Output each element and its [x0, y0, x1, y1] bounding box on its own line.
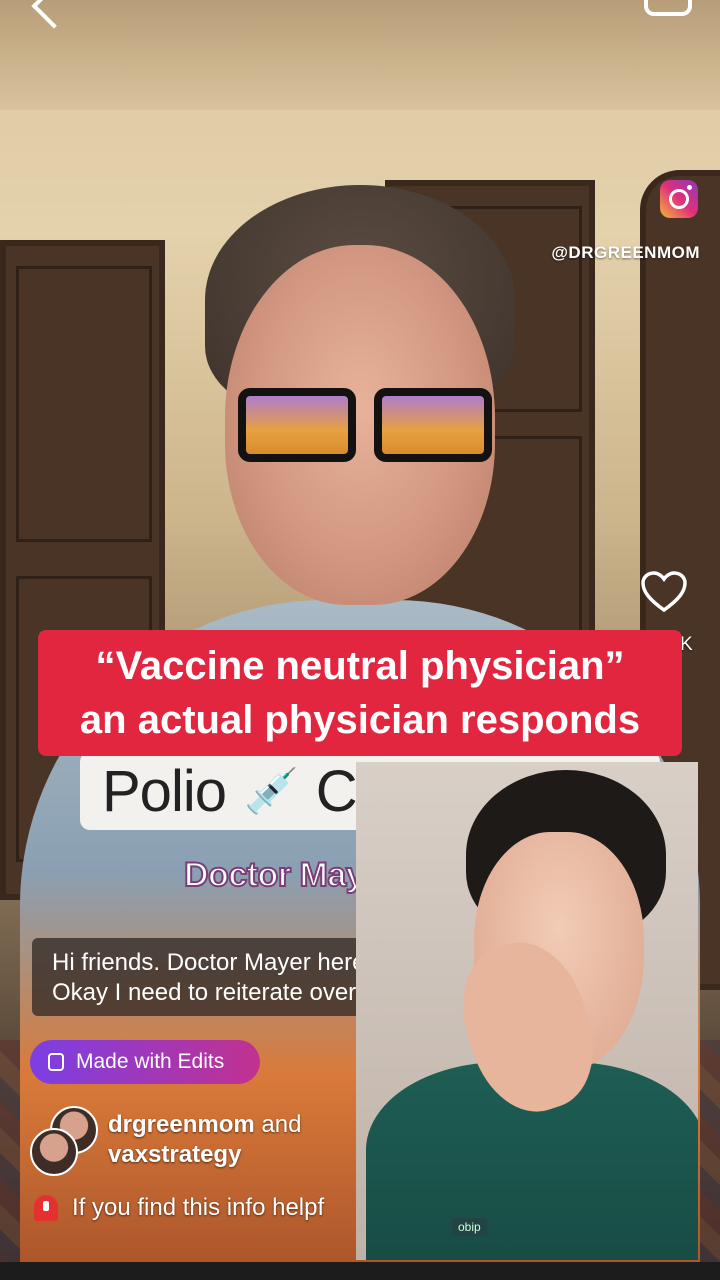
- author-names[interactable]: drgreenmom and vaxstrategy: [108, 1110, 301, 1170]
- author-2[interactable]: vaxstrategy: [108, 1140, 301, 1170]
- scrubs-logo: obip: [452, 1218, 487, 1236]
- author-join: and: [254, 1111, 302, 1138]
- made-with-edits-badge[interactable]: Made with Edits: [30, 1040, 260, 1084]
- edits-badge-label: Made with Edits: [76, 1050, 225, 1073]
- instagram-logo-icon: [660, 180, 698, 218]
- edits-icon: [48, 1053, 64, 1071]
- description-text: If you find this info helpf: [72, 1194, 325, 1221]
- ceiling: [0, 0, 720, 110]
- responder-video[interactable]: obip: [356, 762, 698, 1260]
- siren-icon: [34, 1195, 58, 1221]
- author-1[interactable]: drgreenmom: [108, 1111, 255, 1138]
- headline-text: “Vaccine neutral physician” an actual ph…: [79, 644, 641, 742]
- heart-icon[interactable]: [640, 570, 688, 614]
- glasses: [238, 388, 500, 468]
- watermark: @DRGREENMOM: [551, 243, 700, 262]
- description-row[interactable]: If you find this info helpf: [34, 1194, 324, 1222]
- headline-banner: “Vaccine neutral physician” an actual ph…: [38, 630, 682, 756]
- author-avatar-2[interactable]: [30, 1128, 78, 1176]
- video-frame[interactable]: { "overlay": { "watermark": "@DRGREENMOM…: [0, 0, 720, 1280]
- syringe-icon: 💉: [243, 767, 299, 816]
- progress-bar[interactable]: [0, 1262, 720, 1280]
- camera-icon[interactable]: [644, 0, 692, 16]
- card-word-polio: Polio: [102, 758, 227, 824]
